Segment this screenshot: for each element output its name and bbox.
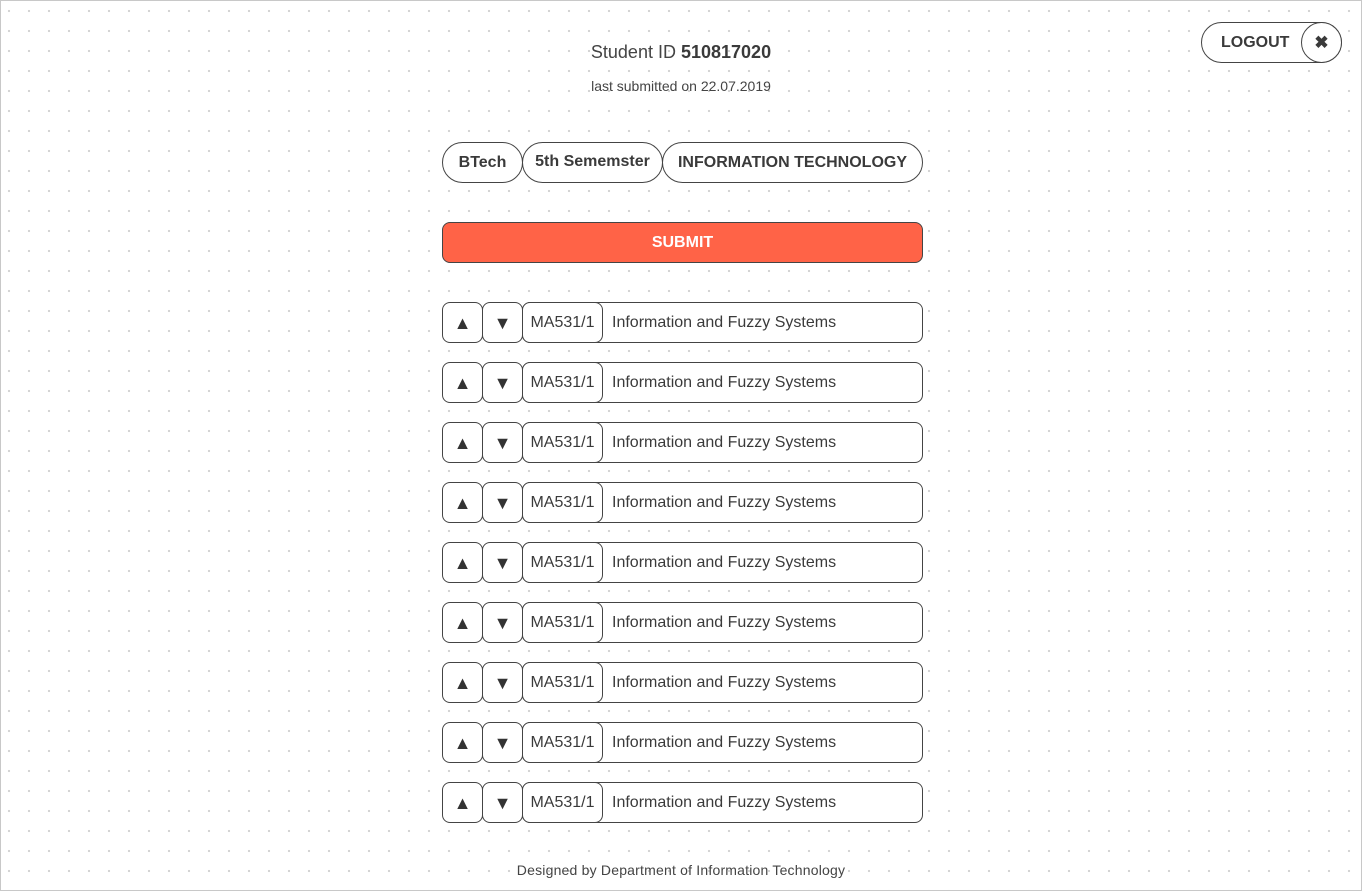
- arrow-down-icon: ▼: [493, 673, 512, 693]
- arrow-down-icon: ▼: [493, 373, 512, 393]
- move-up-button[interactable]: ▲: [442, 422, 483, 463]
- arrow-up-icon: ▲: [453, 313, 472, 333]
- move-down-button[interactable]: ▼: [482, 422, 523, 463]
- move-up-button[interactable]: ▲: [442, 482, 483, 523]
- course-code: MA531/1: [522, 722, 603, 763]
- program-chips: BTech 5th Sememster INFORMATION TECHNOLO…: [442, 142, 923, 183]
- arrow-down-icon: ▼: [493, 793, 512, 813]
- course-row: ▲ ▼ Information and Fuzzy Systems MA531/1: [442, 722, 923, 763]
- arrow-down-icon: ▼: [493, 433, 512, 453]
- arrow-up-icon: ▲: [453, 373, 472, 393]
- course-row: ▲ ▼ Information and Fuzzy Systems MA531/1: [442, 302, 923, 343]
- course-code: MA531/1: [522, 602, 603, 643]
- arrow-up-icon: ▲: [453, 553, 472, 573]
- course-code: MA531/1: [522, 422, 603, 463]
- move-down-button[interactable]: ▼: [482, 722, 523, 763]
- arrow-down-icon: ▼: [493, 493, 512, 513]
- student-id-line: Student ID 510817020: [1, 41, 1361, 63]
- move-down-button[interactable]: ▼: [482, 782, 523, 823]
- move-up-button[interactable]: ▲: [442, 722, 483, 763]
- course-list: ▲ ▼ Information and Fuzzy Systems MA531/1 ▲ ▼…: [442, 302, 923, 842]
- course-row: ▲ ▼ Information and Fuzzy Systems MA531/1: [442, 662, 923, 703]
- course-code: MA531/1: [522, 362, 603, 403]
- arrow-up-icon: ▲: [453, 613, 472, 633]
- arrow-up-icon: ▲: [453, 673, 472, 693]
- arrow-up-icon: ▲: [453, 793, 472, 813]
- department-chip[interactable]: INFORMATION TECHNOLOGY: [662, 142, 923, 183]
- course-code: MA531/1: [522, 662, 603, 703]
- close-icon[interactable]: ✖: [1301, 22, 1342, 63]
- course-row: ▲ ▼ Information and Fuzzy Systems MA531/1: [442, 422, 923, 463]
- move-down-button[interactable]: ▼: [482, 482, 523, 523]
- semester-chip[interactable]: 5th Sememster: [522, 142, 663, 183]
- course-row: ▲ ▼ Information and Fuzzy Systems MA531/1: [442, 782, 923, 823]
- move-down-button[interactable]: ▼: [482, 302, 523, 343]
- arrow-down-icon: ▼: [493, 613, 512, 633]
- last-submitted-date: 22.07.2019: [700, 78, 771, 94]
- move-up-button[interactable]: ▲: [442, 662, 483, 703]
- arrow-up-icon: ▲: [453, 733, 472, 753]
- arrow-down-icon: ▼: [493, 733, 512, 753]
- submit-button[interactable]: SUBMIT: [442, 222, 923, 263]
- course-code: MA531/1: [522, 302, 603, 343]
- page-header: Student ID 510817020 last submitted on 2…: [1, 41, 1361, 94]
- arrow-down-icon: ▼: [493, 313, 512, 333]
- course-code: MA531/1: [522, 782, 603, 823]
- move-up-button[interactable]: ▲: [442, 542, 483, 583]
- student-id-value: 510817020: [680, 42, 772, 62]
- course-code: MA531/1: [522, 542, 603, 583]
- arrow-down-icon: ▼: [493, 553, 512, 573]
- last-submitted-line: last submitted on 22.07.2019: [1, 78, 1361, 94]
- student-id-label: Student ID: [590, 42, 676, 62]
- arrow-up-icon: ▲: [453, 493, 472, 513]
- move-down-button[interactable]: ▼: [482, 602, 523, 643]
- move-down-button[interactable]: ▼: [482, 662, 523, 703]
- course-row: ▲ ▼ Information and Fuzzy Systems MA531/1: [442, 542, 923, 583]
- course-code: MA531/1: [522, 482, 603, 523]
- move-up-button[interactable]: ▲: [442, 362, 483, 403]
- page-frame: Student ID 510817020 last submitted on 2…: [0, 0, 1362, 891]
- footer-credit: Designed by Department of Information Te…: [516, 862, 846, 878]
- move-up-button[interactable]: ▲: [442, 602, 483, 643]
- degree-chip[interactable]: BTech: [442, 142, 523, 183]
- course-row: ▲ ▼ Information and Fuzzy Systems MA531/1: [442, 362, 923, 403]
- move-down-button[interactable]: ▼: [482, 542, 523, 583]
- course-row: ▲ ▼ Information and Fuzzy Systems MA531/1: [442, 482, 923, 523]
- move-down-button[interactable]: ▼: [482, 362, 523, 403]
- move-up-button[interactable]: ▲: [442, 302, 483, 343]
- course-row: ▲ ▼ Information and Fuzzy Systems MA531/1: [442, 602, 923, 643]
- logout-group: LOGOUT ✖: [1201, 22, 1342, 63]
- arrow-up-icon: ▲: [453, 433, 472, 453]
- last-submitted-label: last submitted on: [591, 78, 697, 94]
- move-up-button[interactable]: ▲: [442, 782, 483, 823]
